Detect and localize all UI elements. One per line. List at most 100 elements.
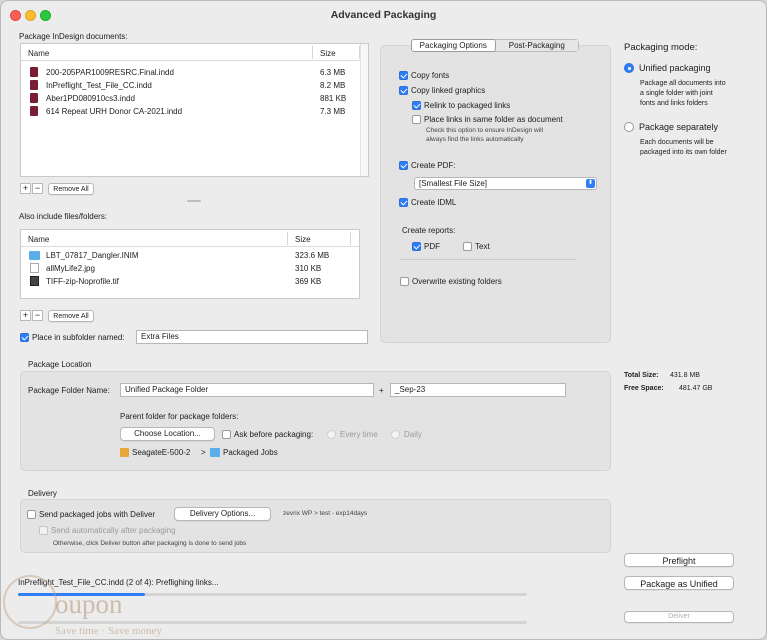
delivery-note: Otherwise, click Deliver button after pa… [53, 540, 247, 547]
report-text-checkbox[interactable] [463, 242, 472, 251]
copy-fonts-label: Copy fonts [411, 71, 450, 80]
separately-desc-line2: packaged into its own folder [640, 149, 727, 156]
extras-col-name[interactable]: Name [28, 235, 49, 244]
documents-col-size[interactable]: Size [320, 49, 336, 58]
packaging-mode-title: Packaging mode: [624, 42, 698, 53]
create-idml-checkbox[interactable] [399, 198, 408, 207]
total-size-value: 431.8 MB [670, 372, 700, 379]
documents-list[interactable]: Name Size 200-205PAR1009RESRC.Final.indd… [20, 43, 369, 177]
subfolder-name-field[interactable]: Extra Files [136, 330, 368, 344]
package-folder-name-label: Package Folder Name: [28, 386, 110, 395]
package-location-title: Package Location [28, 360, 92, 369]
pdf-preset-select[interactable]: [Smallest File Size] ⬍ [414, 177, 597, 190]
every-time-label: Every time [340, 430, 378, 439]
tab-post-packaging[interactable]: Post-Packaging [495, 40, 578, 51]
indd-file-icon [30, 67, 38, 77]
delivery-options-button[interactable]: Delivery Options... [174, 507, 271, 521]
remove-extra-button[interactable]: − [32, 310, 43, 321]
overwrite-folders-checkbox[interactable] [400, 277, 409, 286]
documents-row[interactable]: Aber1PD080910cs3.indd 881 KB [21, 92, 368, 105]
place-in-subfolder-label: Place in subfolder named: [32, 333, 125, 342]
package-folder-name-field[interactable]: Unified Package Folder [120, 383, 374, 397]
extras-row[interactable]: LBT_07817_Dangler.INIM 323.6 MB [21, 249, 359, 262]
remove-all-extras-button[interactable]: Remove All [48, 310, 94, 322]
choose-location-button[interactable]: Choose Location... [120, 427, 215, 441]
splitter-handle[interactable] [187, 200, 201, 202]
document-size: 881 KB [320, 94, 347, 103]
chevron-updown-icon: ⬍ [586, 179, 595, 188]
indd-file-icon [30, 93, 38, 103]
extras-row[interactable]: allMyLife2.jpg 310 KB [21, 262, 359, 275]
unified-desc-line1: Package all documents into [640, 80, 726, 87]
parent-folder-label: Parent folder for package folders: [120, 412, 239, 421]
total-size-label: Total Size: [624, 372, 659, 379]
documents-scrollbar[interactable] [360, 44, 368, 176]
documents-row[interactable]: 614 Repeat URH Donor CA-2021.indd 7.3 MB [21, 105, 368, 118]
divider [399, 259, 577, 260]
report-pdf-checkbox[interactable] [412, 242, 421, 251]
extra-item-name: LBT_07817_Dangler.INIM [46, 251, 139, 260]
indd-file-icon [30, 80, 38, 90]
unified-packaging-radio[interactable] [624, 63, 634, 73]
path-folder[interactable]: Packaged Jobs [223, 448, 278, 457]
document-size: 7.3 MB [320, 107, 346, 116]
report-pdf-label: PDF [424, 242, 440, 251]
package-separately-radio[interactable] [624, 122, 634, 132]
send-automatically-checkbox[interactable] [39, 526, 48, 535]
place-links-checkbox[interactable] [412, 115, 421, 124]
copy-linked-graphics-label: Copy linked graphics [411, 86, 486, 95]
overwrite-folders-label: Overwrite existing folders [412, 277, 502, 286]
extras-list-header: Name Size [21, 230, 359, 247]
extras-col-size[interactable]: Size [295, 235, 311, 244]
path-drive[interactable]: SeagateE-500-2 [132, 448, 190, 457]
create-pdf-label: Create PDF: [411, 161, 456, 170]
watermark-logo-ring [3, 575, 57, 629]
image-icon [30, 263, 39, 273]
extra-item-size: 369 KB [295, 277, 322, 286]
copy-linked-graphics-checkbox[interactable] [399, 86, 408, 95]
relink-label: Relink to packaged links [424, 101, 511, 110]
extras-list[interactable]: Name Size LBT_07817_Dangler.INIM 323.6 M… [20, 229, 360, 299]
every-time-radio[interactable] [327, 430, 336, 439]
document-name: InPreflight_Test_File_CC.indd [46, 81, 152, 90]
daily-radio[interactable] [391, 430, 400, 439]
create-pdf-checkbox[interactable] [399, 161, 408, 170]
send-automatically-label: Send automatically after packaging [51, 526, 176, 535]
add-extra-button[interactable]: + [20, 310, 31, 321]
send-with-deliver-label: Send packaged jobs with Deliver [39, 510, 156, 519]
place-in-subfolder-checkbox[interactable] [20, 333, 29, 342]
daily-label: Daily [404, 430, 422, 439]
folder-icon [29, 251, 40, 260]
documents-list-header: Name Size [21, 44, 368, 61]
documents-col-name[interactable]: Name [28, 49, 49, 58]
preflight-button[interactable]: Preflight [624, 553, 734, 567]
tiff-icon [30, 276, 39, 286]
delivery-path: zevrix WP > test - exp14days [283, 510, 368, 517]
copy-fonts-checkbox[interactable] [399, 71, 408, 80]
documents-row[interactable]: 200-205PAR1009RESRC.Final.indd 6.3 MB [21, 66, 368, 79]
relink-checkbox[interactable] [412, 101, 421, 110]
ask-before-packaging-label: Ask before packaging: [234, 430, 314, 439]
add-document-button[interactable]: + [20, 183, 31, 194]
tab-packaging-options[interactable]: Packaging Options [411, 39, 496, 52]
ask-before-packaging-checkbox[interactable] [222, 430, 231, 439]
send-with-deliver-checkbox[interactable] [27, 510, 36, 519]
extras-section-label: Also include files/folders: [19, 212, 108, 221]
document-size: 8.2 MB [320, 81, 346, 90]
document-size: 6.3 MB [320, 68, 346, 77]
documents-row[interactable]: InPreflight_Test_File_CC.indd 8.2 MB [21, 79, 368, 92]
options-tabs: Packaging Options Post-Packaging [411, 39, 579, 52]
free-space-label: Free Space: [624, 385, 664, 392]
package-button[interactable]: Package as Unified [624, 576, 734, 590]
plus-sign: + [379, 386, 384, 395]
indd-file-icon [30, 106, 38, 116]
watermark-tagline: Save time · Save money [55, 625, 162, 637]
remove-document-button[interactable]: − [32, 183, 43, 194]
delivery-title: Delivery [28, 489, 57, 498]
folder-suffix-field[interactable]: _Sep-23 [390, 383, 566, 397]
extras-row[interactable]: TIFF-zip-Noprofile.tif 369 KB [21, 275, 359, 288]
drive-icon [120, 448, 129, 457]
deliver-button[interactable]: Deliver [624, 611, 734, 623]
remove-all-documents-button[interactable]: Remove All [48, 183, 94, 195]
extra-item-size: 310 KB [295, 264, 322, 273]
